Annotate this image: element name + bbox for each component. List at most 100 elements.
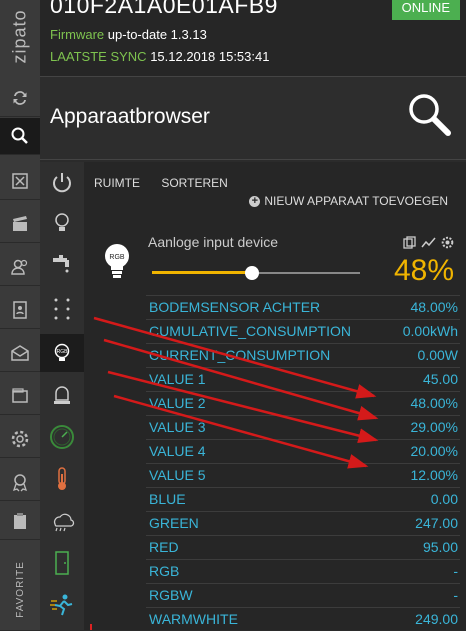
badge-button[interactable] xyxy=(0,464,40,501)
chart-icon[interactable] xyxy=(421,236,436,249)
favorite-tab[interactable]: FAVORITE xyxy=(0,548,40,630)
attribute-row[interactable]: WARMWHITE 249.00 xyxy=(146,607,460,630)
red-marker xyxy=(90,624,92,630)
contacts-button[interactable] xyxy=(0,292,40,329)
wallet-button[interactable] xyxy=(0,378,40,415)
title-bar: Apparaatbrowser xyxy=(40,77,466,160)
panel-toolbar: RUIMTE SORTEREN xyxy=(94,176,246,190)
add-device-button[interactable]: + NIEUW APPARAAT TOEVOEGEN xyxy=(249,194,448,208)
device-id: 010F2A1A0E01AFB9 xyxy=(50,0,278,18)
attribute-label: BLUE xyxy=(149,491,186,507)
door-icon xyxy=(55,551,69,575)
attribute-value: 48.00% xyxy=(410,395,458,411)
attribute-value: 249.00 xyxy=(415,611,458,627)
motion-icon xyxy=(50,594,73,616)
category-power[interactable] xyxy=(40,164,84,202)
attribute-label: RGBW xyxy=(149,587,193,603)
wallet-icon xyxy=(12,388,28,403)
attribute-value: 0.00 xyxy=(430,491,458,507)
sort-button[interactable]: SORTEREN xyxy=(161,176,227,190)
attribute-row[interactable]: BODEMSENSOR ACHTER 48.00% xyxy=(146,295,460,318)
attribute-row[interactable]: VALUE 1 45.00 xyxy=(146,367,460,390)
gear-icon[interactable] xyxy=(441,236,454,249)
attribute-row[interactable]: CURRENT_CONSUMPTION 0.00W xyxy=(146,343,460,366)
attribute-row[interactable]: VALUE 5 12.00% xyxy=(146,463,460,486)
svg-text:RGB: RGB xyxy=(57,349,69,355)
category-weather[interactable] xyxy=(40,502,84,540)
attribute-row[interactable]: VALUE 4 20.00% xyxy=(146,439,460,462)
category-sensors[interactable] xyxy=(40,290,84,328)
rgb-bulb-icon: RGB xyxy=(105,244,129,278)
bulb-icon xyxy=(55,213,69,231)
attribute-label: VALUE 1 xyxy=(149,371,206,387)
device-search-button[interactable] xyxy=(406,91,452,142)
attribute-label: VALUE 2 xyxy=(149,395,206,411)
search-icon xyxy=(11,127,28,144)
device-panel: RUIMTE SORTEREN + NIEUW APPARAAT TOEVOEG… xyxy=(84,162,466,630)
settings-button[interactable] xyxy=(0,421,40,458)
users-button[interactable] xyxy=(0,249,40,286)
category-alarm[interactable] xyxy=(40,376,84,414)
attribute-row[interactable]: GREEN 247.00 xyxy=(146,511,460,534)
online-status-badge: ONLINE xyxy=(391,0,460,20)
attribute-row[interactable]: RGBW - xyxy=(146,583,460,606)
attribute-label: GREEN xyxy=(149,515,199,531)
scenes-button[interactable] xyxy=(0,163,40,200)
attribute-row[interactable]: CUMULATIVE_CONSUMPTION 0.00kWh xyxy=(146,319,460,342)
thermometer-icon xyxy=(58,467,66,490)
attribute-label: BODEMSENSOR ACHTER xyxy=(149,299,321,315)
badge-icon xyxy=(12,474,28,492)
attribute-label: CUMULATIVE_CONSUMPTION xyxy=(149,323,351,339)
clapper-button[interactable] xyxy=(0,206,40,243)
users-icon xyxy=(11,259,28,275)
clapper-icon xyxy=(13,216,27,231)
category-lights[interactable] xyxy=(40,204,84,242)
attribute-label: RGB xyxy=(149,563,180,579)
zipato-logo: zipato xyxy=(9,8,30,64)
clipboard-button[interactable] xyxy=(0,503,40,540)
attribute-value: 45.00 xyxy=(422,371,458,387)
category-motion[interactable] xyxy=(40,586,84,624)
attribute-row[interactable]: RGB - xyxy=(146,559,460,582)
attribute-value: 0.00W xyxy=(417,347,458,363)
attribute-value: 48.00% xyxy=(410,299,458,315)
slider-handle[interactable] xyxy=(244,266,259,280)
add-device-label: NIEUW APPARAAT TOEVOEGEN xyxy=(264,194,448,208)
search-nav-button[interactable] xyxy=(0,118,40,155)
weather-icon xyxy=(53,513,75,532)
attribute-label: VALUE 3 xyxy=(149,419,206,435)
attribute-value: 95.00 xyxy=(422,539,458,555)
slider-fill xyxy=(152,271,252,274)
category-meter[interactable] xyxy=(40,418,84,456)
attribute-label: RED xyxy=(149,539,179,555)
copy-icon[interactable] xyxy=(403,236,416,249)
level-slider[interactable] xyxy=(152,266,360,280)
mail-button[interactable] xyxy=(0,335,40,372)
device-tools xyxy=(403,236,454,249)
search-icon xyxy=(409,94,451,136)
attribute-row[interactable]: VALUE 2 48.00% xyxy=(146,391,460,414)
device-header: 010F2A1A0E01AFB9 ONLINE Firmware up-to-d… xyxy=(40,0,466,77)
alarm-light-icon xyxy=(54,386,70,404)
level-percent: 48% xyxy=(393,254,454,287)
category-climate[interactable] xyxy=(40,460,84,498)
attribute-row[interactable]: BLUE 0.00 xyxy=(146,487,460,510)
sync-row: LAATSTE SYNC 15.12.2018 15:53:41 xyxy=(50,49,269,64)
category-water[interactable] xyxy=(40,244,84,282)
category-doors[interactable] xyxy=(40,544,84,582)
firmware-value: up-to-date 1.3.13 xyxy=(107,27,207,42)
svg-text:RGB: RGB xyxy=(109,254,125,261)
attribute-row[interactable]: RED 95.00 xyxy=(146,535,460,558)
category-rgb[interactable]: RGB xyxy=(40,334,84,372)
room-filter[interactable]: RUIMTE xyxy=(94,176,140,190)
mail-icon xyxy=(11,345,29,361)
attribute-label: CURRENT_CONSUMPTION xyxy=(149,347,331,363)
attribute-row[interactable]: VALUE 3 29.00% xyxy=(146,415,460,438)
refresh-button[interactable] xyxy=(0,80,40,117)
power-icon xyxy=(53,173,71,193)
attribute-list: BODEMSENSOR ACHTER 48.00% CUMULATIVE_CONSU… xyxy=(146,295,460,631)
refresh-icon xyxy=(13,91,27,105)
gauge-icon xyxy=(50,425,74,449)
rgb-bulb-icon: RGB xyxy=(54,343,70,361)
plus-icon: + xyxy=(249,195,261,207)
